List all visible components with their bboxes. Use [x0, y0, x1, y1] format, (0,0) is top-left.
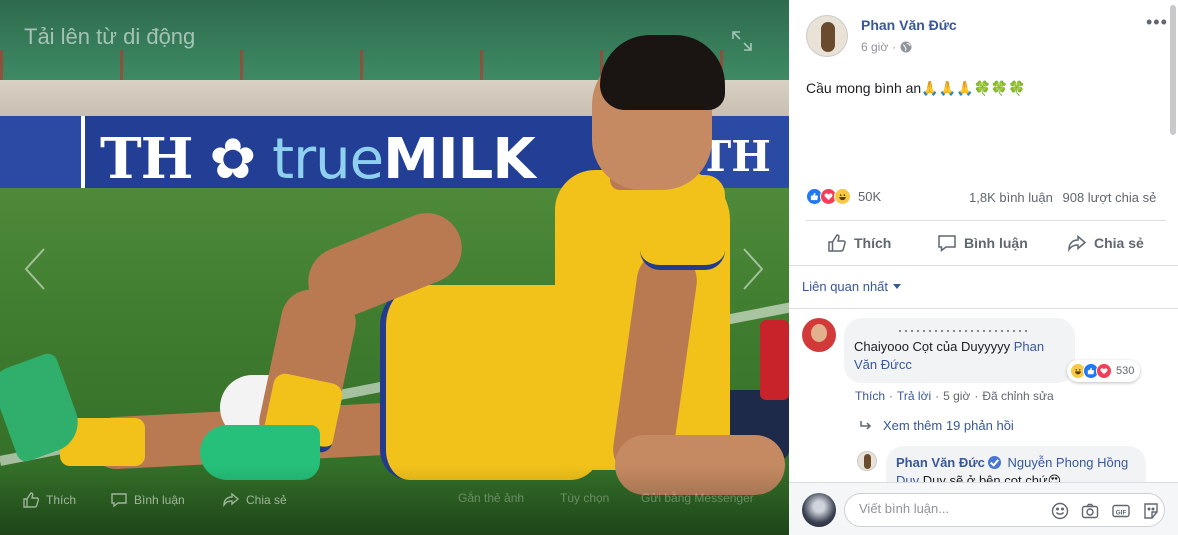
photo-viewer: TH ✿ trueMILK TH Tải lên từ di động Thíc… [0, 0, 789, 535]
comment-edited[interactable]: Đã chỉnh sửa [982, 389, 1053, 403]
comment-meta: Thích · Trả lời · 5 giờ · Đã chỉnh sửa [855, 389, 1054, 403]
camera-icon[interactable] [1081, 502, 1099, 520]
love-reaction-icon [1096, 363, 1112, 379]
viewer-share-button[interactable]: Chia sẻ [222, 491, 287, 509]
banner-milk: MILK [383, 127, 536, 192]
next-photo-arrow-icon[interactable] [738, 245, 768, 293]
viewer-like-button[interactable]: Thích [22, 491, 76, 509]
viewer-comment-button[interactable]: Bình luận [110, 491, 185, 509]
share-icon [223, 492, 240, 508]
more-options-icon[interactable]: ••• [1146, 12, 1168, 33]
divider [789, 308, 1178, 309]
emoji-icon[interactable] [1051, 502, 1069, 520]
viewer-like-label: Thích [46, 493, 77, 507]
reply-arrow-icon [860, 420, 872, 430]
divider [806, 220, 1166, 221]
comment-time[interactable]: 5 giờ [943, 389, 970, 403]
gif-icon[interactable]: GIF [1112, 502, 1130, 520]
tag-photo-button[interactable]: Gắn thẻ ảnh [458, 491, 524, 505]
options-button[interactable]: Tùy chọn [560, 491, 609, 505]
comment-text: Chaiyooo Cọt của Duyyyyy Phan Văn Đứcc [854, 339, 1045, 372]
post-panel: Phan Văn Đức 6 giờ · ••• Cầu mong bình a… [789, 0, 1178, 535]
current-user-avatar[interactable] [802, 493, 836, 527]
like-button[interactable]: Thích [827, 233, 891, 253]
comment-icon [938, 235, 956, 253]
post-time-text: 6 giờ [861, 40, 889, 54]
reply-author-name[interactable]: Phan Văn Đức [896, 455, 985, 470]
comment-sort-dropdown[interactable]: Liên quan nhất [802, 279, 902, 294]
share-count[interactable]: 908 lượt chia sẻ [1062, 190, 1156, 205]
commenter-avatar[interactable] [802, 318, 836, 352]
like-label: Thích [854, 235, 892, 251]
share-icon [1068, 234, 1087, 253]
chevron-down-icon [893, 284, 902, 289]
redacted-commenter-name [854, 326, 1065, 338]
more-replies-label: Xem thêm 19 phản hồi [883, 418, 1014, 433]
comment-label: Bình luận [964, 235, 1028, 251]
comment-composer: GIF [789, 482, 1178, 535]
viewer-comment-label: Bình luận [134, 493, 185, 507]
thumbs-up-icon [23, 492, 40, 508]
thumbs-up-icon [828, 234, 846, 252]
comment-bubble: Chaiyooo Cọt của Duyyyyy Phan Văn Đứcc [844, 318, 1075, 383]
comment-count[interactable]: 1,8K bình luận [969, 190, 1053, 205]
close-icon[interactable] [1169, 18, 1178, 32]
divider [789, 265, 1178, 266]
share-button[interactable]: Chia sẻ [1067, 233, 1144, 253]
comment-like-link[interactable]: Thích [855, 389, 885, 403]
upload-source-label: Tải lên từ di động [24, 24, 196, 49]
send-messenger-label: Gửi bằng Messenger [641, 491, 754, 505]
sort-label: Liên quan nhất [802, 279, 889, 294]
post-timestamp[interactable]: 6 giờ · [861, 40, 912, 54]
viewer-share-label: Chia sẻ [246, 493, 287, 507]
haha-reaction-icon [834, 188, 851, 205]
post-text: Cầu mong bình an🙏🙏🙏🍀🍀🍀 [806, 80, 1026, 96]
expand-icon[interactable] [731, 30, 753, 52]
globe-icon [900, 41, 912, 53]
comment-icon [111, 493, 127, 508]
banner-true: true [272, 127, 384, 192]
send-messenger-button[interactable]: Gửi bằng Messenger [641, 491, 754, 505]
reaction-count: 50K [858, 189, 882, 204]
comment-reaction-count: 530 [1116, 365, 1135, 377]
comment-reply-link[interactable]: Trả lời [897, 389, 931, 403]
comment-input-box[interactable]: GIF [844, 493, 1165, 527]
comment-button[interactable]: Bình luận [937, 233, 1028, 253]
reply-author-avatar[interactable] [857, 451, 877, 471]
options-label: Tùy chọn [560, 491, 610, 505]
svg-text:GIF: GIF [1116, 509, 1127, 516]
tag-photo-label: Gắn thẻ ảnh [458, 491, 525, 505]
reaction-summary[interactable]: 50K [806, 188, 881, 205]
comment-input[interactable] [859, 501, 1039, 516]
banner-th: TH [100, 126, 194, 192]
post-header [806, 15, 848, 57]
comment-reactions[interactable]: 530 [1067, 360, 1141, 382]
verified-badge-icon [987, 456, 1001, 469]
photo: TH ✿ trueMILK TH [0, 0, 789, 535]
sticker-icon[interactable] [1142, 502, 1160, 520]
share-label: Chia sẻ [1094, 235, 1144, 251]
author-avatar[interactable] [806, 15, 848, 57]
view-more-replies-link[interactable]: Xem thêm 19 phản hồi [859, 418, 1014, 433]
engagement-stats: 1,8K bình luận 908 lượt chia sẻ [963, 190, 1156, 205]
author-name[interactable]: Phan Văn Đức [861, 17, 957, 33]
previous-photo-arrow-icon[interactable] [20, 245, 50, 293]
